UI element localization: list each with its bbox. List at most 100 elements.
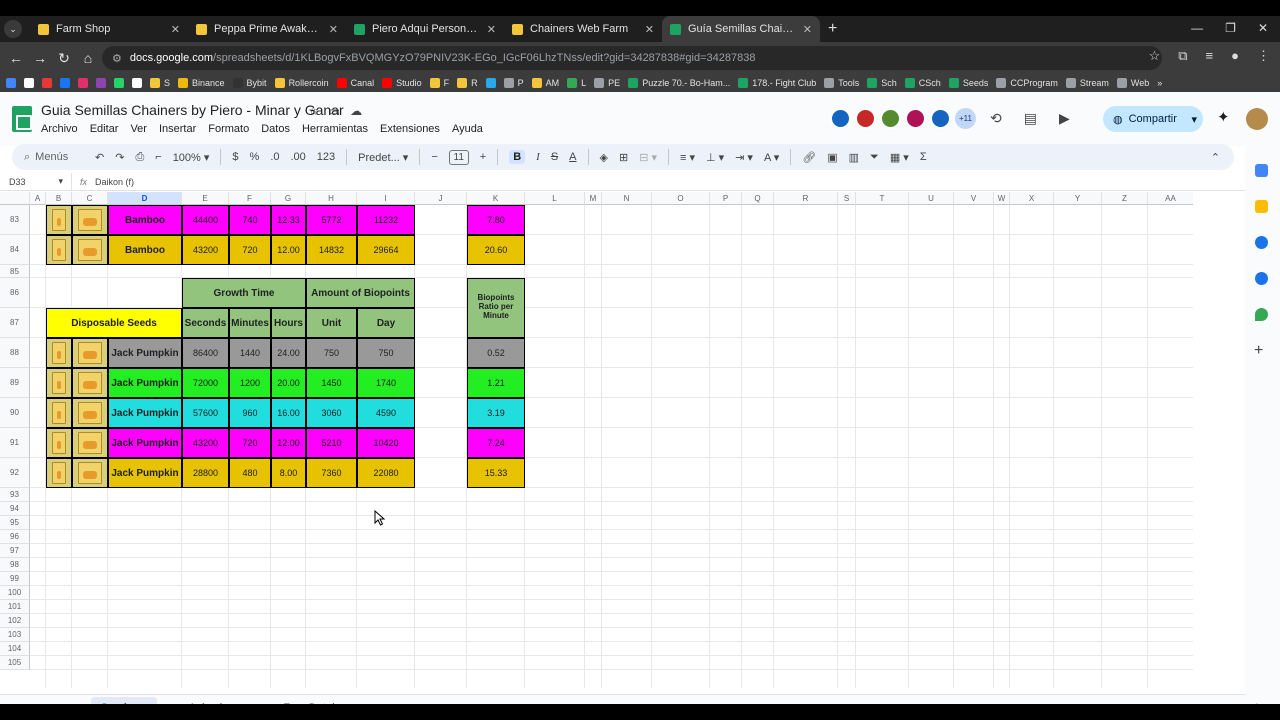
filter-views-icon[interactable]: ▦ ▾ xyxy=(890,151,909,164)
column-header-n[interactable]: N xyxy=(602,192,652,205)
bookmark-item[interactable]: AM xyxy=(531,78,559,88)
minutes-cell[interactable]: 960 xyxy=(229,398,271,428)
row-header-101[interactable]: 101 xyxy=(0,600,30,614)
row-header-104[interactable]: 104 xyxy=(0,642,30,656)
reading-list-icon[interactable]: ≡ xyxy=(1206,48,1214,64)
filter-icon[interactable]: ⏷ xyxy=(870,151,879,164)
bookmark-item[interactable]: 178.- Fight Club xyxy=(738,78,816,88)
bookmark-item[interactable]: L xyxy=(567,78,586,88)
seconds-cell[interactable]: 43200 xyxy=(182,428,229,458)
unit-cell[interactable]: 14832 xyxy=(306,235,357,265)
day-cell[interactable]: 29664 xyxy=(357,235,415,265)
star-icon[interactable]: ☆ xyxy=(308,104,319,118)
ratio-cell[interactable]: 20.60 xyxy=(467,235,525,265)
avatar[interactable] xyxy=(905,108,926,129)
decrease-decimal-button[interactable]: .0 xyxy=(270,151,279,163)
column-header-f[interactable]: F xyxy=(229,192,271,205)
menu-item-insertar[interactable]: Insertar xyxy=(159,123,196,135)
fill-color-icon[interactable]: ◈ xyxy=(600,151,608,164)
more-collaborators-badge[interactable]: +11 xyxy=(955,108,976,129)
row-header-94[interactable]: 94 xyxy=(0,502,30,516)
minutes-cell[interactable]: 1200 xyxy=(229,368,271,398)
spreadsheet-grid[interactable]: A B C D E F G H I J K L M N O P Q R S T U V W X Y Z AA 83 84 85 86 87 88… xyxy=(0,192,1193,688)
minutes-cell[interactable]: 480 xyxy=(229,458,271,488)
minutes-cell[interactable]: 1440 xyxy=(229,338,271,368)
row-header-100[interactable]: 100 xyxy=(0,586,30,600)
insert-comment-icon[interactable]: ▣ xyxy=(827,151,837,164)
meet-icon[interactable]: ▶ xyxy=(1059,110,1070,127)
bookmark-item[interactable] xyxy=(96,78,106,88)
bookmark-item[interactable]: PE xyxy=(594,78,620,88)
document-title[interactable]: Guia Semillas Chainers by Piero - Minar … xyxy=(41,102,344,118)
column-header-z[interactable]: Z xyxy=(1102,192,1148,205)
account-avatar[interactable] xyxy=(1246,108,1268,130)
minutes-cell[interactable]: 720 xyxy=(229,428,271,458)
tab-close-icon[interactable]: ✕ xyxy=(329,23,338,36)
ratio-cell[interactable]: 7.24 xyxy=(467,428,525,458)
unit-cell[interactable]: 5772 xyxy=(306,205,357,235)
sheet-tab-farmdatabase[interactable]: FarmDatabase ▾ xyxy=(273,697,379,705)
column-header-k[interactable]: K xyxy=(467,192,525,205)
bookmark-item[interactable]: Bybit xyxy=(232,78,267,88)
bookmark-star-icon[interactable]: ☆ xyxy=(1149,48,1161,64)
paint-format-icon[interactable]: ⌐ xyxy=(155,151,161,163)
tab-search-icon[interactable]: ⌄ xyxy=(4,20,22,38)
column-header-h[interactable]: H xyxy=(306,192,357,205)
row-header-86[interactable]: 86 xyxy=(0,278,30,308)
bookmark-item[interactable] xyxy=(42,78,52,88)
seconds-cell[interactable]: 44400 xyxy=(182,205,229,235)
font-size-field[interactable]: 11 xyxy=(448,149,469,165)
row-header-103[interactable]: 103 xyxy=(0,628,30,642)
share-button[interactable]: ◍ Compartir ▾ xyxy=(1103,106,1203,132)
chevron-down-icon[interactable]: ▾ xyxy=(364,701,370,704)
vertical-align-icon[interactable]: ⊥ ▾ xyxy=(706,151,724,164)
bookmark-item[interactable]: P xyxy=(503,78,524,88)
bookmark-item[interactable] xyxy=(78,78,88,88)
hours-cell[interactable]: 12.33 xyxy=(271,205,306,235)
hours-cell[interactable]: 12.00 xyxy=(271,235,306,265)
bookmark-item[interactable]: Seeds xyxy=(948,78,988,88)
avatar[interactable] xyxy=(855,108,876,129)
day-cell[interactable]: 22080 xyxy=(357,458,415,488)
day-cell[interactable]: 11232 xyxy=(357,205,415,235)
seconds-cell[interactable]: 28800 xyxy=(182,458,229,488)
row-header-83[interactable]: 83 xyxy=(0,205,30,235)
undo-icon[interactable]: ↶ xyxy=(95,151,104,164)
bookmark-item[interactable] xyxy=(6,78,16,88)
bookmark-item[interactable] xyxy=(60,78,70,88)
avatar[interactable] xyxy=(880,108,901,129)
functions-icon[interactable]: Σ xyxy=(920,151,927,163)
column-header-i[interactable]: I xyxy=(357,192,415,205)
column-header-t[interactable]: T xyxy=(856,192,909,205)
bookmark-item[interactable] xyxy=(132,78,142,88)
avatar[interactable] xyxy=(930,108,951,129)
text-color-icon[interactable]: A xyxy=(569,151,576,163)
calendar-icon[interactable] xyxy=(1255,164,1268,177)
menu-item-herramientas[interactable]: Herramientas xyxy=(302,123,368,135)
column-header-a[interactable]: A xyxy=(30,192,46,205)
back-icon[interactable]: ← xyxy=(4,50,28,66)
day-header[interactable]: Day xyxy=(357,308,415,338)
menu-item-archivo[interactable]: Archivo xyxy=(41,123,78,135)
column-header-r[interactable]: R xyxy=(774,192,838,205)
column-header-m[interactable]: M xyxy=(585,192,602,205)
tab-close-icon[interactable]: ✕ xyxy=(803,23,812,36)
menu-item-extensiones[interactable]: Extensiones xyxy=(380,123,440,135)
bookmarks-overflow-icon[interactable]: » xyxy=(1157,78,1162,88)
restore-icon[interactable]: ❐ xyxy=(1225,21,1236,35)
row-header-90[interactable]: 90 xyxy=(0,398,30,428)
move-folder-icon[interactable]: ▭ xyxy=(329,104,340,118)
column-header-s[interactable]: S xyxy=(838,192,856,205)
hours-cell[interactable]: 24.00 xyxy=(271,338,306,368)
cloud-status-icon[interactable]: ☁ xyxy=(350,104,362,118)
seed-name-cell[interactable]: Bamboo xyxy=(108,205,182,235)
bookmark-item[interactable]: Canal xyxy=(336,78,374,88)
seconds-cell[interactable]: 57600 xyxy=(182,398,229,428)
history-icon[interactable]: ⟲ xyxy=(990,110,1002,127)
gemini-icon[interactable]: ✦ xyxy=(1217,108,1230,126)
menu-item-ver[interactable]: Ver xyxy=(130,123,147,135)
home-icon[interactable]: ⌂ xyxy=(76,50,100,66)
hours-cell[interactable]: 16.00 xyxy=(271,398,306,428)
strikethrough-icon[interactable]: S xyxy=(551,151,558,163)
bookmark-item[interactable]: Stream xyxy=(1065,78,1109,88)
